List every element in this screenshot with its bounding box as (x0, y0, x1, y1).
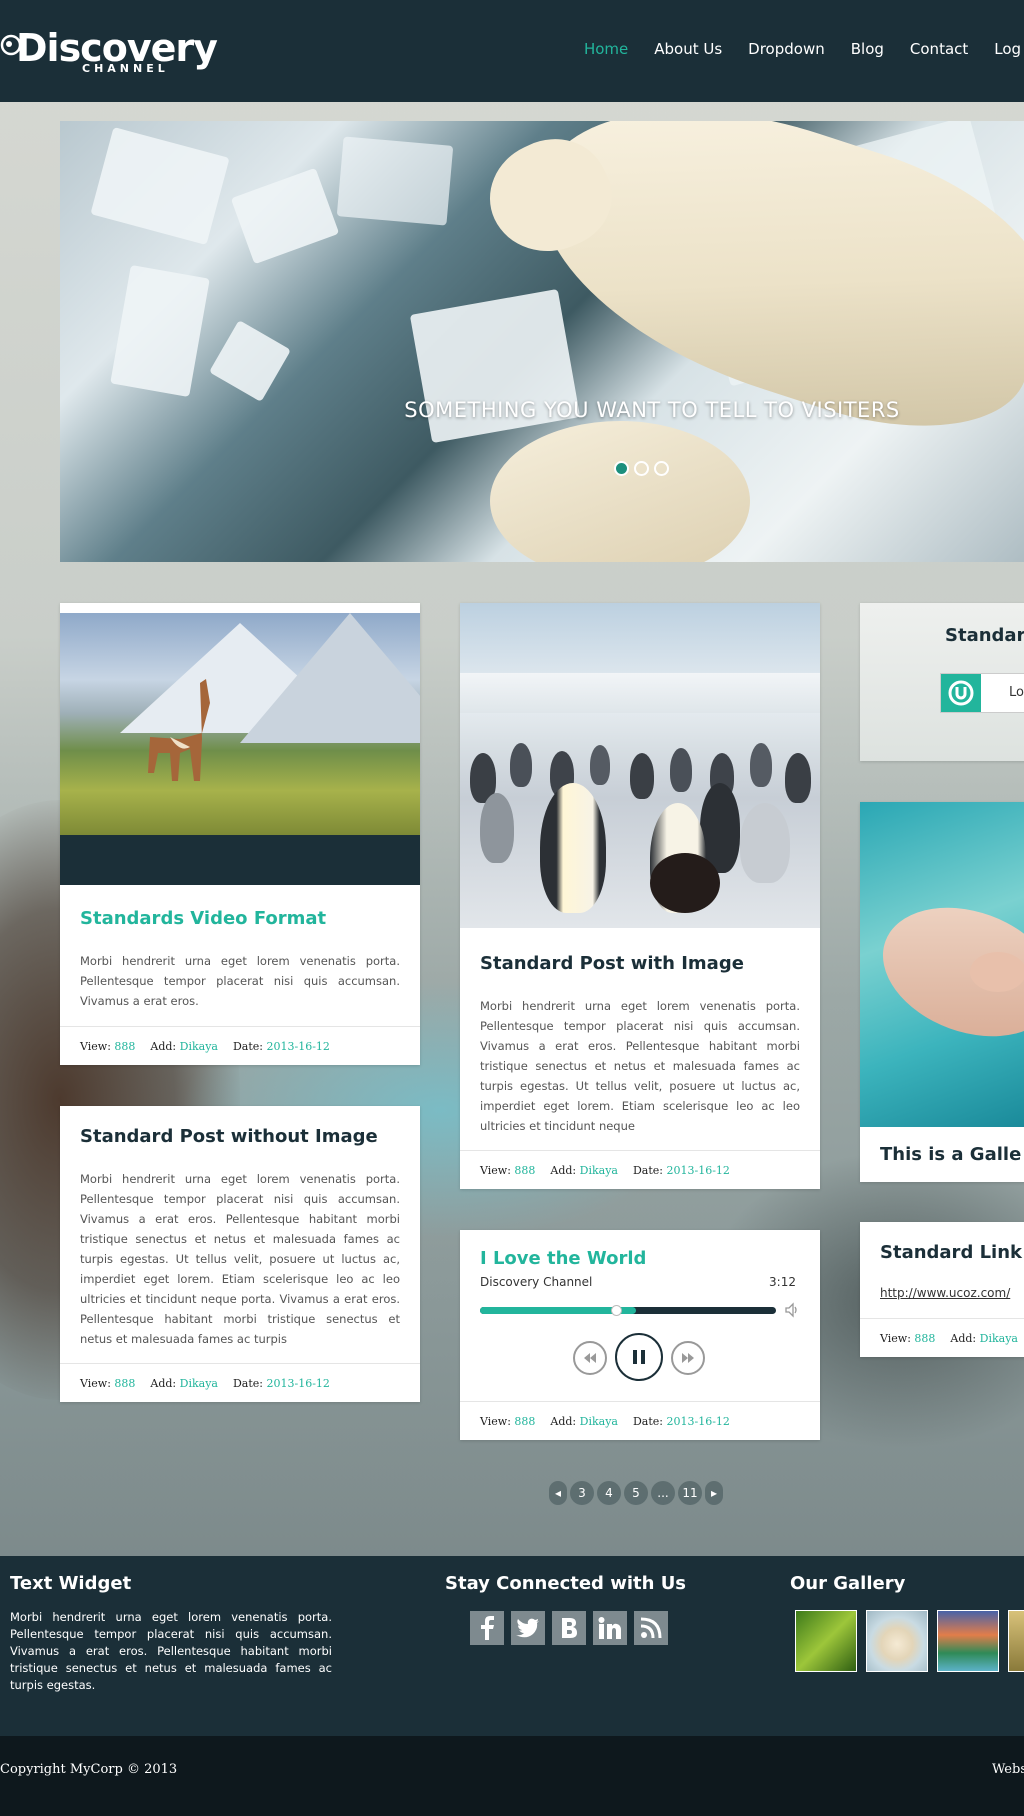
logo[interactable]: Discovery CHANNEL (0, 26, 218, 75)
page-link[interactable]: 11 (678, 1481, 702, 1505)
post-date[interactable]: 2013-16-12 (667, 1164, 730, 1177)
swimming-pig-image[interactable] (860, 802, 1024, 1127)
main-nav: Home About Us Dropdown Blog Contact Log … (558, 40, 1024, 58)
logo-subtext: CHANNEL (82, 62, 169, 75)
facebook-icon[interactable] (470, 1611, 504, 1645)
slider-dot-2[interactable] (634, 461, 649, 476)
post-meta: View: 888 Add: Dikaya Date: 2013-16-12 (460, 1401, 820, 1440)
gallery-thumb[interactable] (866, 1610, 928, 1672)
post-title[interactable]: Standards Video Format (80, 908, 326, 929)
post-card-link: Standard Link http://www.ucoz.com/ View:… (860, 1222, 1024, 1357)
fast-forward-icon (682, 1353, 694, 1363)
pause-button[interactable] (615, 1333, 663, 1381)
view-count: 888 (114, 1039, 136, 1053)
gallery-thumb[interactable] (795, 1610, 857, 1672)
pagination: ◂ 3 4 5 ... 11 ▸ (549, 1481, 723, 1505)
author-link[interactable]: Dikaya (580, 1164, 618, 1177)
llama-image[interactable] (60, 613, 420, 835)
post-date[interactable]: 2013-16-12 (667, 1415, 730, 1428)
post-excerpt: Morbi hendrerit urna eget lorem venenati… (80, 954, 400, 1008)
track-duration: 3:12 (769, 1275, 796, 1289)
rss-icon[interactable] (634, 1611, 668, 1645)
post-date[interactable]: 2013-16-12 (267, 1040, 330, 1053)
pagination-prev[interactable]: ◂ (549, 1481, 567, 1505)
nav-login[interactable]: Log i (994, 40, 1024, 58)
post-meta: View: 888 Add: Dikaya Date: 2013-16-12 (460, 1150, 820, 1189)
post-excerpt: Morbi hendrerit urna eget lorem venenati… (80, 1172, 400, 1346)
login-title: Standar (945, 625, 1024, 646)
social-title: Stay Connected with Us (445, 1573, 687, 1594)
post-card-gallery: This is a Galle (860, 802, 1024, 1182)
view-count: 888 (514, 1414, 536, 1428)
ucoz-icon (941, 674, 981, 712)
post-excerpt: Morbi hendrerit urna eget lorem venenati… (480, 999, 800, 1133)
page-link[interactable]: 3 (570, 1481, 594, 1505)
gallery-thumb[interactable] (1008, 1610, 1024, 1672)
post-title[interactable]: Standard Link (880, 1242, 1022, 1263)
nav-contact[interactable]: Contact (910, 40, 968, 58)
post-meta: View: 888 Add: Dikaya Date: 2013-16-12 (60, 1363, 420, 1402)
audio-progress-bar[interactable] (480, 1305, 776, 1316)
rewind-button[interactable] (573, 1341, 607, 1375)
pagination-next[interactable]: ▸ (705, 1481, 723, 1505)
gallery-thumb[interactable] (937, 1610, 999, 1672)
view-count: 888 (914, 1331, 936, 1345)
post-title[interactable]: I Love the World (480, 1248, 646, 1269)
author-link[interactable]: Dikaya (980, 1332, 1018, 1345)
post-title[interactable]: This is a Galle (880, 1144, 1021, 1165)
author-link[interactable]: Dikaya (180, 1377, 218, 1390)
slider-dot-1[interactable] (614, 461, 629, 476)
post-meta: View: 888 Add: Dikaya Date: 2013-16-12 (60, 1026, 420, 1065)
twitter-icon[interactable] (511, 1611, 545, 1645)
post-card-audio: I Love the World Discovery Channel 3:12 … (460, 1230, 820, 1440)
post-title[interactable]: Standard Post with Image (480, 953, 744, 974)
nav-dropdown[interactable]: Dropdown (748, 40, 825, 58)
post-card-text: Standard Post without Image Morbi hendre… (60, 1106, 420, 1402)
author-link[interactable]: Dikaya (580, 1415, 618, 1428)
bottom-right-text[interactable]: Webs (992, 1762, 1024, 1777)
blogger-icon[interactable] (552, 1611, 586, 1645)
post-date[interactable]: 2013-16-12 (267, 1377, 330, 1390)
rewind-icon (584, 1353, 596, 1363)
post-card-image: Standard Post with Image Morbi hendrerit… (460, 603, 820, 1189)
slider-dot-3[interactable] (654, 461, 669, 476)
copyright: Copyright MyCorp © 2013 (0, 1762, 178, 1777)
text-widget-body: Morbi hendrerit urna eget lorem venenati… (10, 1610, 332, 1692)
post-link-url[interactable]: http://www.ucoz.com/ (880, 1286, 1010, 1300)
slider-dots (614, 461, 669, 476)
post-title[interactable]: Standard Post without Image (80, 1126, 378, 1147)
page-link[interactable]: 5 (624, 1481, 648, 1505)
login-widget: Standar Lo (860, 603, 1024, 761)
login-button-label: Lo (1009, 685, 1024, 700)
track-artist: Discovery Channel (480, 1275, 593, 1289)
penguins-image[interactable] (460, 603, 820, 928)
page-link[interactable]: 4 (597, 1481, 621, 1505)
volume-icon[interactable] (784, 1302, 800, 1318)
pause-icon (633, 1350, 645, 1364)
view-count: 888 (514, 1163, 536, 1177)
hero-slider: SOMETHING YOU WANT TO TELL TO VISITERS (60, 121, 1024, 562)
bottom-bar: Copyright MyCorp © 2013 Webs (0, 1736, 1024, 1816)
nav-home[interactable]: Home (584, 40, 628, 58)
nav-about-us[interactable]: About Us (654, 40, 722, 58)
site-header: Discovery CHANNEL Home About Us Dropdown… (0, 0, 1024, 102)
page-ellipsis: ... (651, 1481, 675, 1505)
video-player-bar[interactable] (60, 835, 420, 885)
text-widget-title: Text Widget (10, 1573, 132, 1594)
post-meta: View: 888 Add: Dikaya (860, 1318, 1024, 1357)
fast-forward-button[interactable] (671, 1341, 705, 1375)
view-count: 888 (114, 1376, 136, 1390)
login-button[interactable]: Lo (940, 673, 1024, 713)
audio-progress-handle[interactable] (611, 1305, 623, 1316)
nav-blog[interactable]: Blog (851, 40, 884, 58)
author-link[interactable]: Dikaya (180, 1040, 218, 1053)
linkedin-icon[interactable] (593, 1611, 627, 1645)
gallery-title: Our Gallery (790, 1573, 906, 1594)
hero-caption: SOMETHING YOU WANT TO TELL TO VISITERS (404, 398, 900, 422)
post-card-video: Standards Video Format Morbi hendrerit u… (60, 603, 420, 1065)
